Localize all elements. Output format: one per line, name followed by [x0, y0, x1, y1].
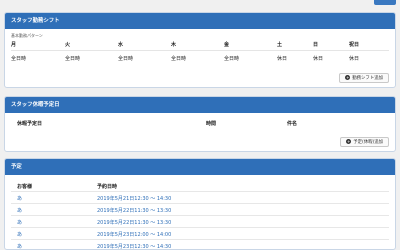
schedule-col-customer: お客様	[17, 184, 33, 190]
holiday-col-subject: 件名	[287, 121, 298, 127]
schedule-panel: 予定 お客様 予約日時 あ 2019年5月21日12:30 ～ 14:30 あ …	[4, 158, 396, 250]
value-sun: 休日	[313, 56, 324, 62]
day-thu: 木	[171, 42, 177, 48]
table-row[interactable]: あ 2019年5月23日12:30 ～ 14:30	[11, 239, 389, 249]
holiday-col-date: 休暇予定日	[17, 121, 43, 127]
customer-link[interactable]: あ	[17, 196, 22, 202]
day-sun: 日	[313, 42, 319, 48]
value-tue: 全日時	[65, 56, 81, 62]
value-holiday: 休日	[349, 56, 360, 62]
value-wed: 全日時	[118, 56, 134, 62]
add-shift-button[interactable]: + 勤務シフト追加	[339, 73, 389, 83]
day-wed: 水	[118, 42, 124, 48]
day-holiday: 祝日	[349, 42, 360, 48]
value-mon: 全日時	[11, 56, 27, 62]
day-mon: 月	[11, 42, 17, 48]
holiday-panel: スタッフ休暇予定日 休暇予定日 時間 件名 + 予定(休暇)追加	[4, 96, 396, 152]
datetime-link[interactable]: 2019年5月23日12:30 ～ 14:30	[97, 244, 171, 249]
value-thu: 全日時	[171, 56, 187, 62]
value-fri: 全日時	[224, 56, 240, 62]
shift-panel: スタッフ勤務シフト 基本勤務パターン 月 火 水 木 金 土 日 祝日 全日時 …	[4, 12, 396, 88]
datetime-link[interactable]: 2019年5月21日12:30 ～ 14:30	[97, 196, 171, 202]
divider	[11, 50, 389, 51]
day-fri: 金	[224, 42, 230, 48]
pattern-label: 基本勤務パターン	[11, 33, 43, 38]
top-action-button[interactable]	[374, 0, 396, 5]
day-tue: 火	[65, 42, 71, 48]
value-sat: 休日	[277, 56, 288, 62]
schedule-panel-title: 予定	[5, 159, 395, 175]
holiday-col-time: 時間	[206, 121, 217, 127]
customer-link[interactable]: あ	[17, 232, 22, 238]
schedule-col-datetime: 予約日時	[97, 184, 118, 190]
add-holiday-button[interactable]: + 予定(休暇)追加	[340, 137, 389, 147]
plus-circle-icon: +	[345, 75, 351, 80]
datetime-link[interactable]: 2019年5月22日11:30 ～ 13:30	[97, 208, 171, 214]
datetime-link[interactable]: 2019年5月23日12:00 ～ 14:00	[97, 232, 171, 238]
customer-link[interactable]: あ	[17, 244, 22, 249]
holiday-panel-title: スタッフ休暇予定日	[5, 97, 395, 113]
plus-circle-icon: +	[346, 139, 352, 144]
customer-link[interactable]: あ	[17, 208, 22, 214]
datetime-link[interactable]: 2019年5月22日11:30 ～ 13:30	[97, 220, 171, 226]
customer-link[interactable]: あ	[17, 220, 22, 226]
shift-panel-title: スタッフ勤務シフト	[5, 13, 395, 29]
day-sat: 土	[277, 42, 283, 48]
